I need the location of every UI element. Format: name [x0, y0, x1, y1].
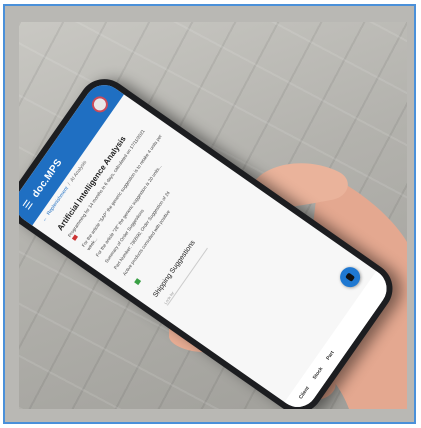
column-part[interactable]: Part — [325, 350, 335, 361]
back-arrow-icon[interactable]: ← — [41, 216, 49, 224]
status-ok-icon — [134, 278, 142, 286]
column-client[interactable]: Client — [298, 386, 311, 401]
breadcrumb-separator: / — [66, 182, 73, 187]
image-frame: ☰ doc.MPS ← Replenishment / AI Analysis … — [3, 4, 416, 424]
column-stock[interactable]: Stock — [312, 366, 325, 381]
photo: ☰ doc.MPS ← Replenishment / AI Analysis … — [19, 22, 407, 409]
menu-icon[interactable]: ☰ — [21, 198, 35, 212]
flag-icon — [71, 234, 79, 241]
scan-fab-button[interactable] — [336, 263, 365, 292]
